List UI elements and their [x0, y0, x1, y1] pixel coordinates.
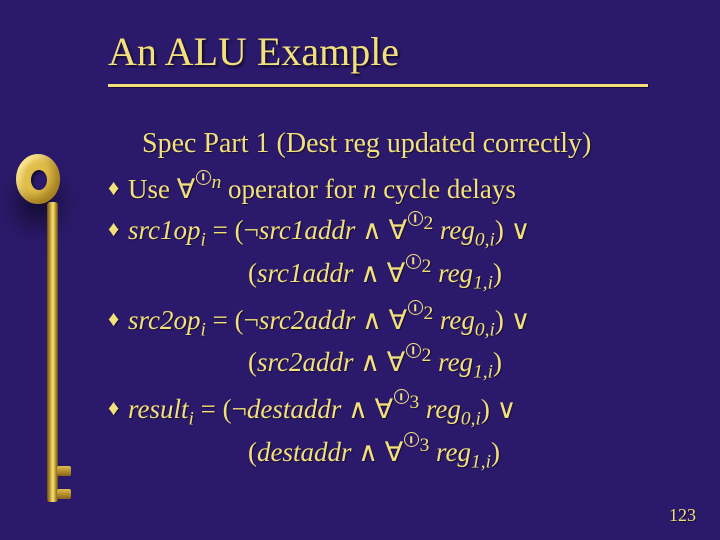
next-op-icon: [196, 170, 211, 185]
slide-title: An ALU Example: [108, 28, 399, 75]
key-graphic: [16, 154, 60, 204]
bullet-marker: ♦: [108, 304, 128, 334]
key-tooth: [57, 489, 71, 499]
bullet-text: src2opi = (¬src2addr ∧ ∀2 reg0,i) ∨ (src…: [128, 301, 672, 386]
page-number: 123: [669, 505, 696, 526]
key-tooth: [57, 466, 71, 476]
bullet-text: Use ∀n operator for n cycle delays: [128, 170, 672, 207]
bullet-2: ♦ src1opi = (¬src1addr ∧ ∀2 reg0,i) ∨ (s…: [108, 211, 672, 296]
slide-body: ♦ Use ∀n operator for n cycle delays ♦ s…: [108, 170, 672, 479]
key-hole: [31, 170, 47, 190]
bullet-4: ♦ resulti = (¬destaddr ∧ ∀3 reg0,i) ∨ (d…: [108, 390, 672, 475]
bullet-text: resulti = (¬destaddr ∧ ∀3 reg0,i) ∨ (des…: [128, 390, 672, 475]
slide-subtitle: Spec Part 1 (Dest reg updated correctly): [142, 128, 591, 160]
bullet-3: ♦ src2opi = (¬src2addr ∧ ∀2 reg0,i) ∨ (s…: [108, 301, 672, 386]
bullet-1: ♦ Use ∀n operator for n cycle delays: [108, 170, 672, 207]
next-op-icon: [406, 343, 421, 358]
bullet-marker: ♦: [108, 214, 128, 244]
key-shaft: [47, 202, 58, 502]
title-underline: [108, 84, 648, 87]
next-op-icon: [408, 211, 423, 226]
bullet-marker: ♦: [108, 393, 128, 423]
next-op-icon: [404, 432, 419, 447]
next-op-icon: [394, 389, 409, 404]
next-op-icon: [406, 254, 421, 269]
bullet-text: src1opi = (¬src1addr ∧ ∀2 reg0,i) ∨ (src…: [128, 211, 672, 296]
bullet-marker: ♦: [108, 173, 128, 203]
slide: An ALU Example Spec Part 1 (Dest reg upd…: [0, 0, 720, 540]
next-op-icon: [408, 300, 423, 315]
